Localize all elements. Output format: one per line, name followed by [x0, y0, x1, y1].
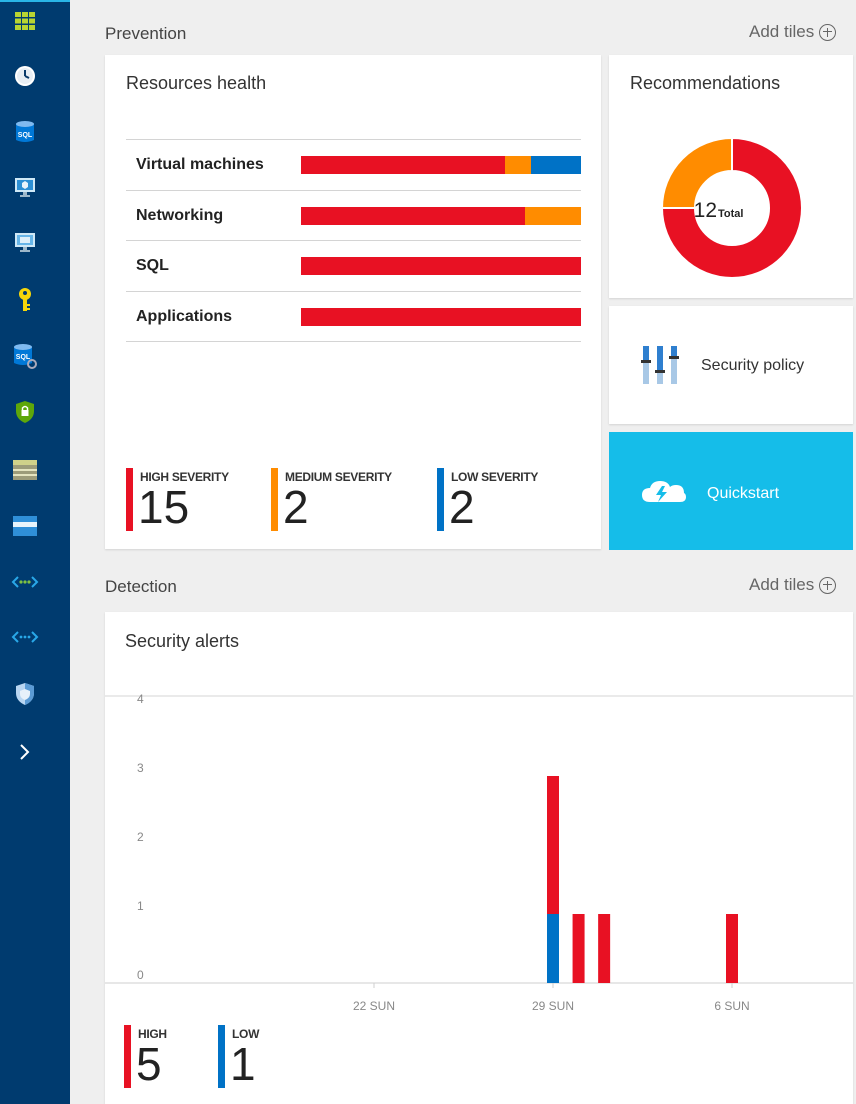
security-lock-shield-icon[interactable] — [0, 395, 50, 429]
severity-count: 2 — [283, 481, 309, 533]
resource-health-bar-segment — [301, 307, 581, 326]
y-axis-tick-label: 2 — [137, 830, 144, 844]
resource-row-label: Virtual machines — [136, 156, 264, 173]
quickstart-label: Quickstart — [707, 485, 780, 502]
sql-database-icon[interactable]: SQL — [0, 115, 50, 149]
resource-health-bar-segment — [530, 156, 581, 174]
security-center-shield-icon[interactable] — [0, 677, 50, 711]
resources-health-tile[interactable]: Resources health Virtual machines Network… — [105, 55, 601, 549]
left-navigation-sidebar: SQL SQL — [0, 0, 70, 1104]
key-icon[interactable] — [0, 283, 50, 317]
legend-stripe — [124, 1025, 131, 1088]
alert-bar-high[interactable] — [572, 914, 585, 983]
sql-icon-text: SQL — [18, 132, 33, 139]
prevention-add-tiles-button[interactable]: Add tiles — [749, 22, 837, 42]
rows-divider — [126, 341, 581, 342]
resource-health-bar — [301, 156, 581, 174]
security-policy-label: Security policy — [701, 357, 805, 374]
resource-row-label: SQL — [136, 257, 169, 274]
storage-icon[interactable] — [0, 453, 50, 487]
add-tiles-label: Add tiles — [749, 575, 815, 594]
resource-row-label: Networking — [136, 206, 224, 224]
severity-stripe — [126, 468, 133, 531]
prevention-section-title: Prevention — [105, 24, 187, 43]
cloud-lightning-icon — [642, 481, 686, 502]
resource-health-bar-segment — [301, 257, 581, 275]
security-policy-tile[interactable]: Security policy — [609, 306, 853, 424]
legend-count: 5 — [136, 1038, 162, 1090]
resource-row[interactable]: Applications — [126, 290, 581, 342]
alert-bar-high[interactable] — [547, 776, 559, 914]
x-axis-tick-label: 6 SUN — [714, 999, 749, 1013]
sql-server-icon[interactable]: SQL — [0, 339, 50, 373]
legend-stripe — [218, 1025, 225, 1088]
detection-section-title: Detection — [105, 577, 177, 596]
resource-health-bar — [301, 257, 581, 275]
y-axis-tick-label: 1 — [137, 899, 144, 913]
resource-health-bar-segment — [525, 206, 581, 225]
dashboard-grid-icon[interactable] — [0, 4, 50, 38]
resource-row[interactable]: SQL — [126, 240, 581, 291]
donut-total-value: 12 — [694, 199, 717, 222]
resource-health-bar — [301, 307, 581, 326]
policy-sliders-icon — [641, 346, 679, 384]
severity-count: 15 — [138, 481, 190, 533]
y-axis-tick-label: 3 — [137, 761, 144, 775]
resources-health-title: Resources health — [126, 73, 267, 93]
add-circle-icon — [819, 23, 837, 41]
donut-segment[interactable] — [660, 136, 733, 209]
clock-icon[interactable] — [0, 59, 50, 93]
add-tiles-label: Add tiles — [749, 22, 815, 41]
virtual-machine-icon[interactable] — [0, 170, 50, 204]
card-icon[interactable] — [0, 509, 50, 543]
severity-stripe — [437, 468, 444, 531]
resource-row[interactable]: Virtual machines — [126, 139, 581, 190]
sql-icon-text: SQL — [16, 354, 31, 361]
virtual-network-classic-icon[interactable] — [0, 620, 50, 654]
resource-row[interactable]: Networking — [126, 189, 581, 241]
alert-bar-low[interactable] — [547, 914, 559, 983]
quickstart-tile[interactable]: Quickstart — [609, 432, 853, 550]
resource-health-bar-segment — [301, 206, 525, 225]
severity-count: 2 — [449, 481, 475, 533]
virtual-machine-classic-icon[interactable] — [0, 225, 50, 259]
x-axis-tick-label: 22 SUN — [353, 999, 395, 1013]
add-circle-icon — [819, 576, 837, 594]
recommendations-tile[interactable]: Recommendations 12 Total — [609, 55, 853, 298]
alert-bar-high[interactable] — [598, 914, 611, 983]
resource-health-bar-segment — [505, 156, 531, 174]
x-axis-tick-label: 29 SUN — [532, 999, 574, 1013]
y-axis-tick-label: 4 — [137, 692, 144, 706]
detection-add-tiles-button[interactable]: Add tiles — [749, 575, 837, 595]
alert-bar-high[interactable] — [726, 914, 738, 983]
y-axis-tick-label: 0 — [137, 968, 144, 982]
legend-count: 1 — [230, 1038, 256, 1090]
resource-health-bar — [301, 206, 581, 225]
resource-row-label: Applications — [136, 307, 233, 325]
virtual-network-icon[interactable] — [0, 565, 50, 599]
recommendations-donut-chart: 12 Total — [660, 136, 803, 279]
security-alerts-chart: 0 1 2 3 4 22 SUN 29 SUN 6 SUN — [105, 692, 853, 1013]
donut-total-label: Total — [718, 208, 743, 220]
resource-health-bar-segment — [301, 156, 506, 174]
security-alerts-tile[interactable]: Security alerts 0 1 2 3 4 22 SUN 29 SUN 6 SUN H… — [105, 612, 853, 1104]
expand-chevron-icon[interactable] — [0, 735, 50, 769]
severity-stripe — [271, 468, 278, 531]
